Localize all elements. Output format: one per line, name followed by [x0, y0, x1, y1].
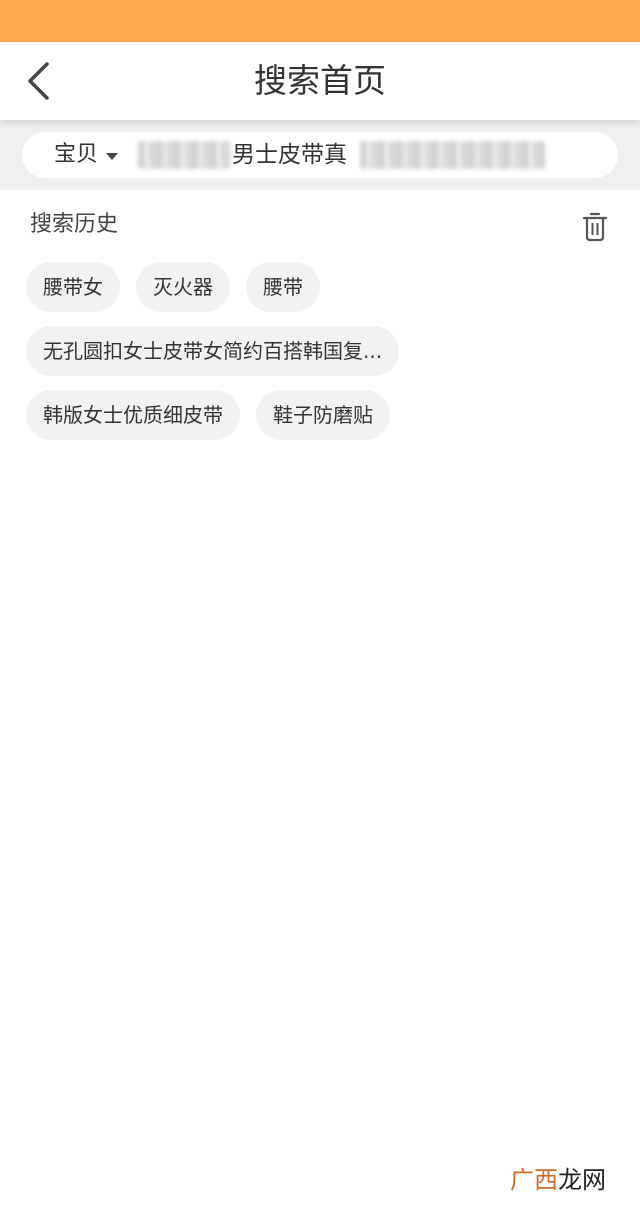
search-history-title: 搜索历史 — [30, 212, 119, 237]
history-chip[interactable]: 灭火器 — [136, 262, 230, 312]
history-chip[interactable]: 腰带 — [246, 262, 320, 312]
watermark-part-2: 龙网 — [558, 1166, 606, 1194]
history-chip[interactable]: 无孔圆扣女士皮带女简约百搭韩国复... — [26, 326, 400, 376]
search-input[interactable]: 男士皮带真 — [138, 132, 558, 178]
search-scope-dropdown[interactable]: 宝贝 — [54, 132, 119, 178]
history-row: 腰带女 灭火器 腰带 — [26, 262, 616, 312]
history-row: 韩版女士优质细皮带 鞋子防磨贴 — [26, 390, 616, 440]
clear-history-button[interactable] — [582, 212, 608, 242]
search-query-text: 男士皮带真 — [232, 142, 347, 168]
nav-bar: 搜索首页 — [0, 42, 640, 120]
history-chip[interactable]: 腰带女 — [26, 262, 120, 312]
watermark-part-1: 广西 — [510, 1166, 558, 1194]
caret-down-icon — [106, 152, 119, 160]
back-button[interactable] — [18, 61, 58, 101]
page-title: 搜索首页 — [254, 61, 386, 100]
blurred-text — [360, 141, 545, 169]
status-bar — [0, 0, 640, 42]
history-chip[interactable]: 韩版女士优质细皮带 — [26, 390, 240, 440]
search-scope-label: 宝贝 — [54, 142, 99, 167]
history-row: 无孔圆扣女士皮带女简约百搭韩国复... — [26, 326, 616, 376]
history-chips: 腰带女 灭火器 腰带 无孔圆扣女士皮带女简约百搭韩国复... 韩版女士优质细皮带… — [26, 262, 616, 454]
trash-icon — [582, 212, 608, 242]
search-box[interactable]: 宝贝 男士皮带真 — [22, 132, 618, 178]
search-bar-area: 宝贝 男士皮带真 — [0, 120, 640, 190]
blurred-text — [138, 141, 230, 169]
chevron-left-icon — [28, 62, 49, 100]
history-chip[interactable]: 鞋子防磨贴 — [256, 390, 390, 440]
watermark: 广西龙网 — [510, 1160, 606, 1195]
